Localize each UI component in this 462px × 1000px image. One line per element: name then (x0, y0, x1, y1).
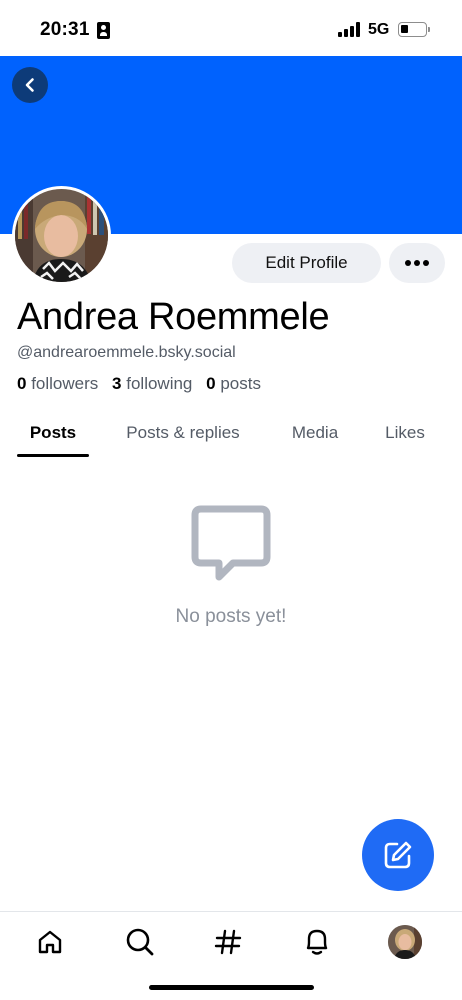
followers-stat[interactable]: 0 followers (17, 374, 98, 393)
ellipsis-icon (405, 260, 411, 266)
avatar-photo (15, 189, 108, 282)
compose-button[interactable] (362, 819, 434, 891)
ellipsis-dot (423, 260, 429, 266)
battery-icon (398, 22, 427, 37)
following-label: following (126, 374, 193, 393)
cellular-signal-icon (338, 22, 362, 37)
back-button[interactable] (12, 67, 48, 103)
tab-media[interactable]: Media (280, 408, 350, 458)
chevron-left-icon (25, 78, 34, 92)
message-bubble-icon (191, 505, 271, 581)
ellipsis-dot (414, 260, 420, 266)
nav-notifications[interactable] (297, 924, 337, 960)
nav-feeds[interactable] (208, 924, 248, 960)
notifications-bell-icon (306, 929, 328, 955)
followers-count: 0 (17, 374, 27, 393)
search-icon (126, 928, 154, 956)
tab-posts[interactable]: Posts (17, 408, 89, 458)
nav-home[interactable] (30, 924, 70, 960)
posts-count: 0 (206, 374, 216, 393)
display-name: Andrea Roemmele (17, 296, 330, 338)
active-tab-indicator (17, 454, 89, 457)
nav-search[interactable] (120, 924, 160, 960)
id-card-icon (97, 22, 110, 39)
tab-likes[interactable]: Likes (374, 408, 436, 458)
profile-handle: @andrearoemmele.bsky.social (17, 344, 236, 361)
home-indicator (149, 985, 314, 990)
network-type: 5G (368, 21, 390, 38)
posts-label: posts (220, 374, 261, 393)
battery-tip (428, 27, 430, 32)
following-stat[interactable]: 3 following (112, 374, 192, 393)
home-icon (38, 930, 62, 954)
tab-posts-and-replies[interactable]: Posts & replies (112, 408, 254, 458)
posts-stat: 0 posts (206, 374, 261, 393)
profile-avatar[interactable] (12, 186, 111, 285)
compose-icon (384, 841, 412, 869)
profile-avatar-small (388, 925, 422, 959)
empty-state-text: No posts yet! (175, 606, 287, 627)
hashtag-icon (214, 929, 242, 955)
edit-profile-button[interactable]: Edit Profile (232, 243, 381, 283)
profile-tabs: Posts Posts & replies Media Likes (0, 408, 462, 458)
status-time: 20:31 (40, 19, 90, 40)
more-options-button[interactable] (389, 243, 445, 283)
status-bar: 20:31 5G (0, 0, 462, 56)
profile-stats: 0 followers 3 following 0 posts (17, 374, 270, 394)
followers-label: followers (31, 374, 99, 393)
nav-profile[interactable] (385, 924, 425, 960)
following-count: 3 (112, 374, 122, 393)
